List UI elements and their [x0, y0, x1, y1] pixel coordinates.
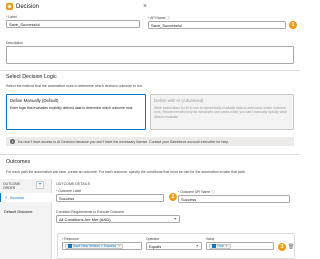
- resource-input[interactable]: Save New Version > Success ×: [62, 242, 142, 250]
- callout-badge-2: 2: [169, 193, 177, 201]
- decision-icon: [6, 3, 13, 10]
- logic-desc: Select the method that the automation us…: [6, 84, 143, 88]
- close-icon[interactable]: ×: [143, 3, 147, 10]
- description-label: Description: [6, 41, 23, 45]
- label-field-label: Label: [8, 15, 17, 19]
- outcome-label-field: * Outcome Label Success: [56, 189, 164, 202]
- outcome-item-label: Success: [9, 195, 24, 200]
- outcome-details-title: OUTCOME DETAILS: [56, 182, 91, 186]
- chevron-down-icon: ▼: [195, 244, 199, 248]
- condition-requirements-label: Condition Requirements to Execute Outcom…: [56, 210, 125, 214]
- outcome-api-name-field: * Outcome API Name ⓘ Success: [178, 189, 290, 203]
- condition-requirements-value: All Conditions Are Met (AND): [59, 216, 111, 222]
- outcomes-title: Outcomes: [6, 159, 31, 165]
- outcome-item-default[interactable]: Default Outcome: [0, 207, 52, 216]
- operator-select[interactable]: Equals ▼: [146, 242, 202, 250]
- add-outcome-button[interactable]: +: [36, 181, 44, 189]
- info-icon: i: [10, 139, 15, 144]
- api-name-field: * API Name ⓘ Save_Successful: [148, 15, 286, 29]
- outcome-order-panel: OUTCOME ORDER + ⠿ Success Default Outcom…: [0, 179, 52, 259]
- value-pill[interactable]: True ×: [209, 243, 231, 249]
- outcome-label-input[interactable]: Success: [56, 194, 164, 202]
- value-label: Value: [206, 237, 215, 241]
- modal-title: Decision: [16, 3, 40, 10]
- outcome-order-label: OUTCOME ORDER: [3, 182, 21, 190]
- resource-pill[interactable]: Save New Version > Success ×: [65, 243, 124, 249]
- condition-requirements-field: Condition Requirements to Execute Outcom…: [56, 210, 180, 223]
- remove-icon[interactable]: ×: [226, 244, 228, 248]
- resource-icon: [68, 244, 72, 248]
- resource-field: * Resource Save New Version > Success ×: [62, 237, 142, 250]
- description-field: Description: [6, 41, 294, 64]
- label-input[interactable]: Save_Successful: [6, 20, 140, 28]
- delete-icon[interactable]: 🗑: [288, 244, 294, 250]
- license-banner: i You don't have access to AI Decision b…: [6, 137, 294, 146]
- label-field: * Label Save_Successful: [6, 15, 140, 28]
- operator-value: Equals: [149, 243, 162, 249]
- define-manually-title: Define Manually (Default): [10, 98, 59, 103]
- value-input[interactable]: True ×: [206, 242, 274, 250]
- define-manually-desc: Enter logic that evaluates explicitly de…: [10, 106, 134, 110]
- outcome-label-label: Outcome Label: [58, 189, 82, 193]
- outcome-item-success[interactable]: ⠿ Success: [0, 193, 52, 202]
- divider: [0, 154, 300, 155]
- outcome-api-name-input[interactable]: Success: [178, 195, 290, 203]
- callout-badge-3: 3: [278, 243, 286, 251]
- boolean-icon: [212, 244, 216, 248]
- define-manually-card[interactable]: Define Manually (Default) Enter logic th…: [6, 94, 146, 130]
- value-value: True: [217, 244, 224, 248]
- outcomes-desc: For each path the automation can take, c…: [6, 170, 246, 174]
- chevron-down-icon: ▼: [173, 217, 177, 221]
- description-input[interactable]: [6, 46, 294, 64]
- operator-field: Operator Equals ▼: [146, 237, 202, 250]
- outcome-api-name-label: Outcome API Name: [180, 190, 211, 194]
- remove-icon[interactable]: ×: [118, 244, 120, 248]
- api-name-label: API Name: [150, 16, 166, 20]
- value-field: Value True ×: [206, 237, 274, 250]
- banner-text: You don't have access to AI Decision bec…: [17, 139, 230, 144]
- api-name-input[interactable]: Save_Successful: [148, 21, 286, 29]
- resource-label: Resource: [64, 237, 79, 241]
- define-with-ai-card: Define with AI (Advanced) Write instruct…: [150, 94, 294, 130]
- divider: [0, 70, 300, 71]
- condition-row: * Resource Save New Version > Success × …: [57, 233, 295, 259]
- operator-label: Operator: [146, 237, 160, 241]
- condition-requirements-select[interactable]: All Conditions Are Met (AND) ▼: [56, 215, 180, 223]
- define-with-ai-title: Define with AI (Advanced): [154, 98, 204, 103]
- define-with-ai-desc: Write instructions for AI to use to dyna…: [154, 106, 287, 119]
- outcome-item-label: Default Outcome: [4, 209, 33, 214]
- resource-value: Save New Version > Success: [73, 244, 117, 248]
- callout-badge-1: 1: [289, 21, 297, 29]
- modal-header: Decision ×: [0, 0, 300, 13]
- drag-handle-icon[interactable]: ⠿: [5, 196, 8, 200]
- logic-title: Select Decision Logic: [6, 74, 57, 80]
